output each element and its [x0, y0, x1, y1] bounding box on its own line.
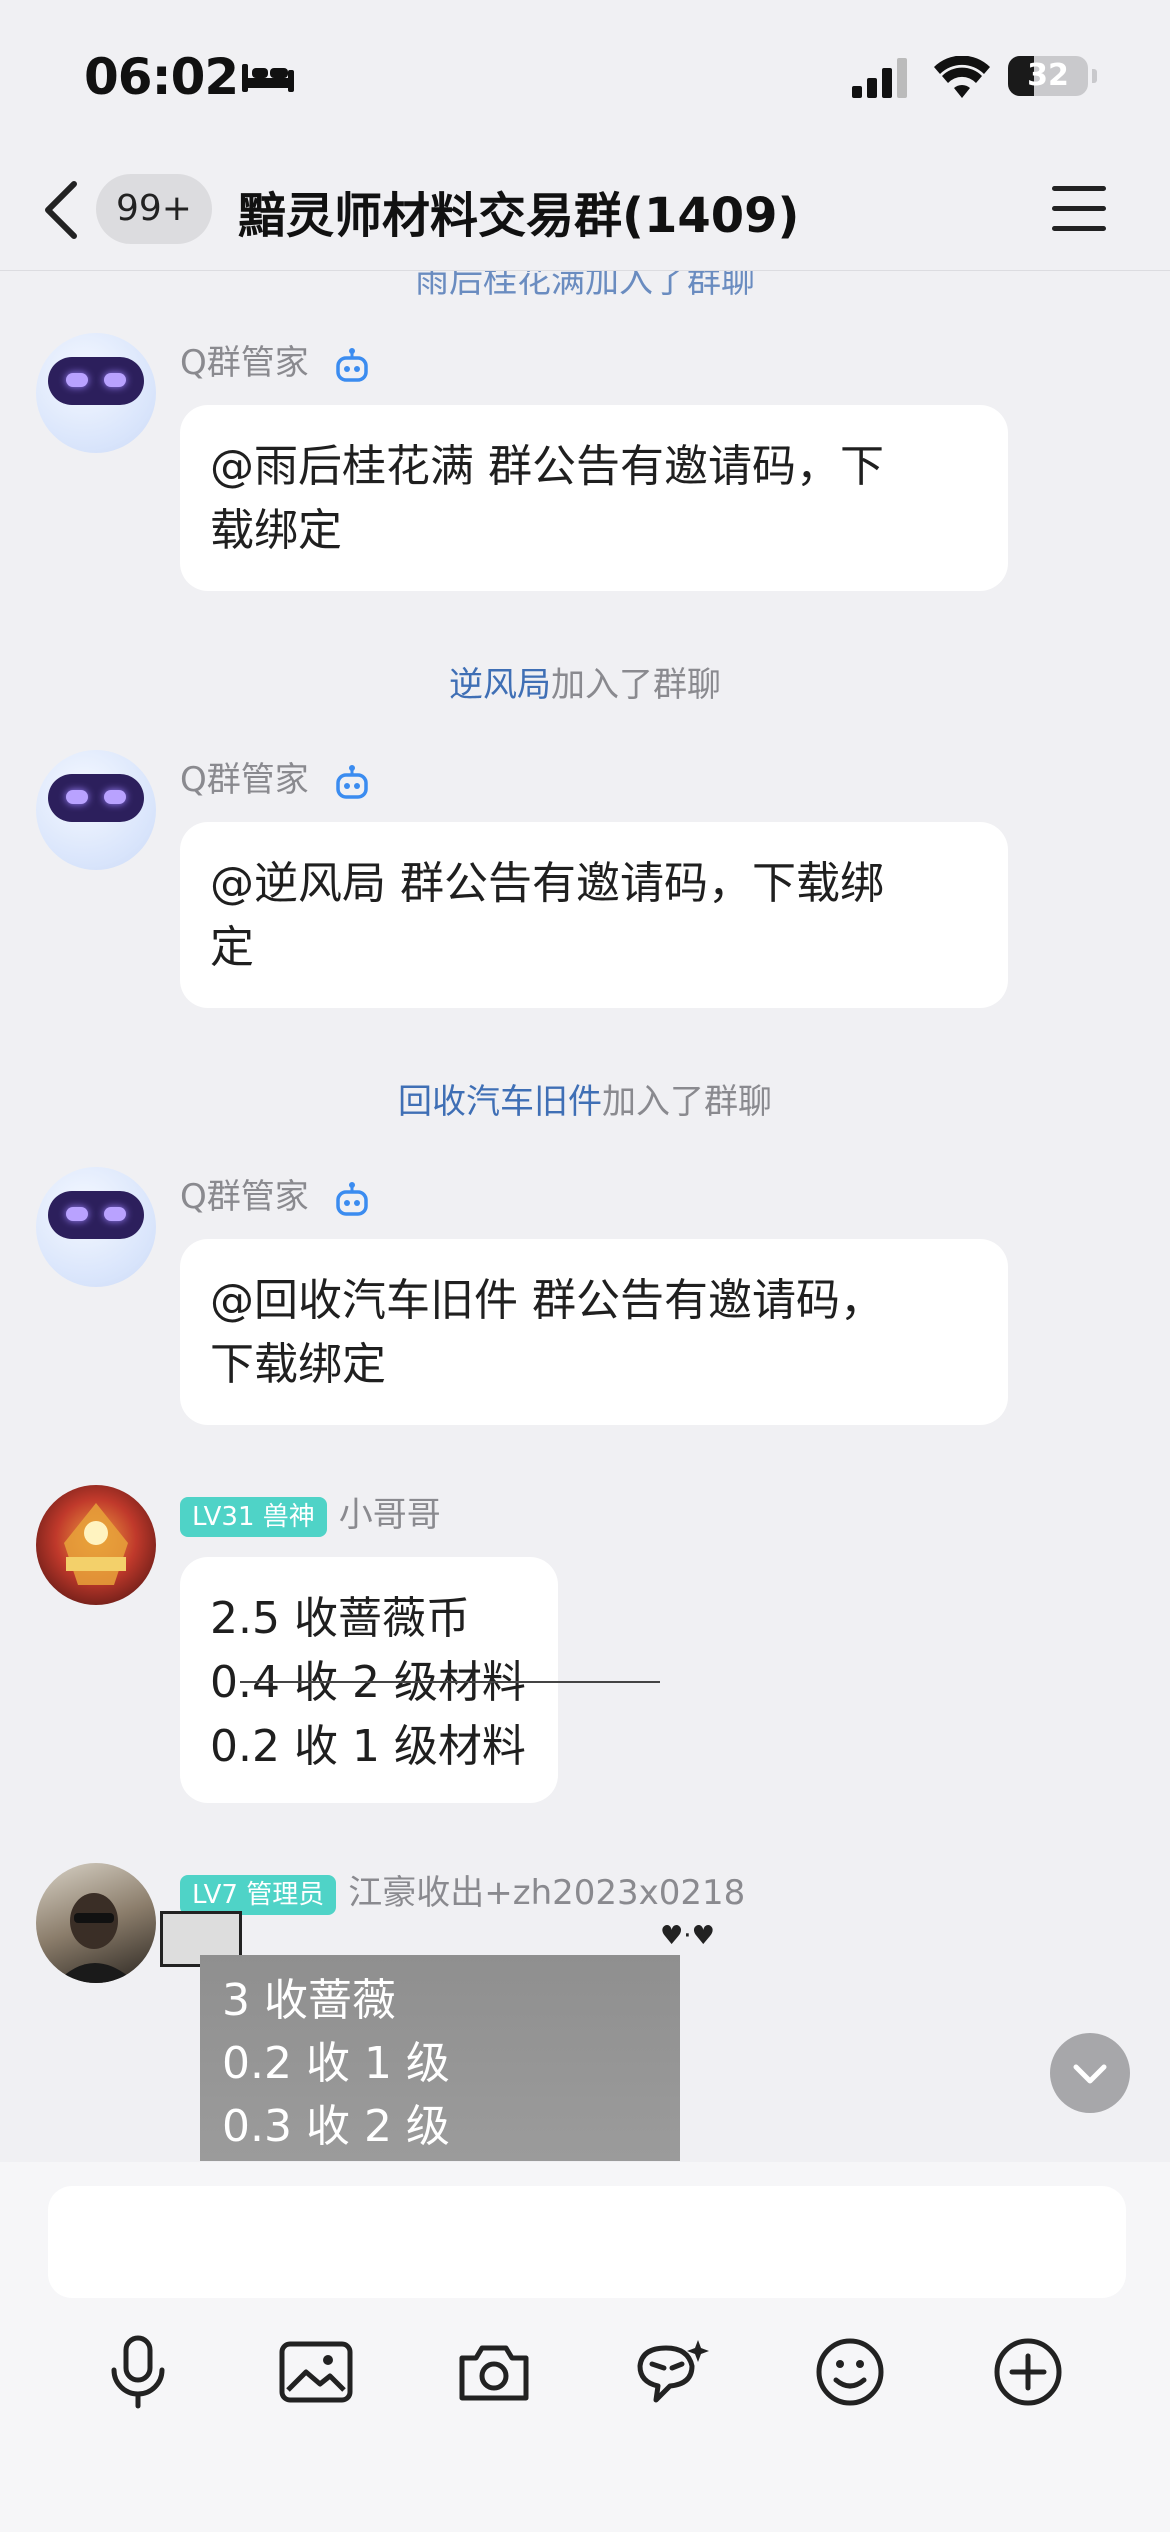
plus-icon — [994, 2338, 1062, 2406]
bot-avatar[interactable] — [36, 750, 156, 870]
sender-name[interactable]: Q群管家 — [180, 752, 370, 801]
message-line: @雨后桂花满 群公告有邀请码，下 — [210, 441, 884, 492]
sender-label: 小哥哥 — [338, 1495, 441, 1535]
sender-name[interactable]: Q群管家 — [180, 1169, 370, 1218]
microphone-icon — [111, 2335, 165, 2409]
system-message-action: 加入了群聊 — [602, 1082, 772, 1122]
joined-user-name[interactable]: 回收汽车旧件 — [398, 1082, 602, 1122]
back-chevron-icon[interactable] — [40, 178, 84, 242]
emoji-icon — [816, 2338, 884, 2406]
message-bubble[interactable]: 3 收蔷薇 0.2 收 1 级 0.3 收 2 级 — [200, 1955, 680, 2161]
message-line: 2.5 收蔷薇币 — [210, 1593, 470, 1644]
sender-name[interactable]: Q群管家 — [180, 335, 370, 384]
system-message-text: 雨后桂花满加入了群聊 — [415, 271, 755, 301]
chat-header: 99+ 黯灵师材料交易群(1409) — [0, 150, 1170, 271]
bot-avatar[interactable] — [36, 1167, 156, 1287]
sender-name[interactable]: LV31 兽神 小哥哥 — [180, 1487, 441, 1537]
emoji-button[interactable] — [800, 2322, 900, 2422]
unread-count-badge[interactable]: 99+ — [96, 174, 212, 244]
message-bubble[interactable]: @逆风局 群公告有邀请码，下载绑 定 — [180, 822, 1008, 1008]
camera-icon — [459, 2345, 529, 2401]
avatar-image — [56, 1893, 136, 1983]
ai-assistant-button[interactable] — [622, 2322, 722, 2422]
chevron-down-icon — [1073, 2064, 1107, 2084]
sender-name[interactable]: LV7 管理员 江豪收出+zh2023x0218 — [180, 1865, 745, 1915]
message-line: 下载绑定 — [210, 1339, 386, 1390]
joined-user-name[interactable]: 逆风局 — [449, 665, 551, 705]
user-avatar[interactable] — [36, 1863, 156, 1983]
message-line: 0.3 收 2 级 — [222, 2101, 450, 2152]
input-area — [0, 2162, 1170, 2532]
heart-decoration-icon: ♥·♥ — [660, 1921, 715, 1951]
ai-assistant-icon — [637, 2340, 709, 2403]
level-badge: LV31 兽神 — [180, 1496, 327, 1537]
system-message-joined: 雨后桂花满加入了群聊 — [0, 271, 1170, 302]
avatar-image — [64, 1503, 128, 1585]
more-button[interactable] — [978, 2322, 1078, 2422]
message-line: 载绑定 — [210, 505, 342, 556]
message-line: 3 收蔷薇 — [222, 1975, 396, 2026]
sender-label: Q群管家 — [180, 1177, 309, 1217]
message-line: @回收汽车旧件 群公告有邀请码， — [210, 1275, 884, 1326]
message-line: @逆风局 群公告有邀请码，下载绑 — [210, 858, 884, 909]
sender-label: Q群管家 — [180, 760, 309, 800]
robot-icon — [335, 347, 368, 382]
wifi-icon — [934, 56, 990, 98]
camera-button[interactable] — [444, 2322, 544, 2422]
sleep-mode-icon — [242, 64, 294, 92]
bot-avatar[interactable] — [36, 333, 156, 453]
robot-icon — [335, 1181, 368, 1216]
group-title[interactable]: 黯灵师材料交易群(1409) — [238, 176, 799, 246]
robot-icon — [335, 764, 368, 799]
battery-percent: 32 — [1027, 58, 1069, 93]
scroll-to-bottom-button[interactable] — [1050, 2033, 1130, 2113]
message-line: 0.2 收 1 级 — [222, 2038, 450, 2089]
bubble-decoration-line — [240, 1681, 660, 1683]
message-bubble[interactable]: @回收汽车旧件 群公告有邀请码， 下载绑定 — [180, 1239, 1008, 1425]
image-button[interactable] — [266, 2322, 366, 2422]
sender-label: 江豪收出+zh2023x0218 — [348, 1873, 746, 1913]
message-bubble[interactable]: 2.5 收蔷薇币 0.4 收 2 级材料 0.2 收 1 级材料 — [180, 1557, 558, 1803]
battery-indicator: 32 — [1008, 56, 1097, 96]
voice-button[interactable] — [88, 2322, 188, 2422]
menu-icon[interactable] — [1052, 186, 1108, 232]
cellular-signal-icon — [852, 58, 907, 98]
level-badge: LV7 管理员 — [180, 1874, 337, 1915]
image-icon — [279, 2341, 353, 2403]
system-message-action: 加入了群聊 — [551, 665, 721, 705]
message-line: 0.4 收 2 级材料 — [210, 1657, 526, 1708]
message-bubble[interactable]: @雨后桂花满 群公告有邀请码，下 载绑定 — [180, 405, 1008, 591]
message-line: 定 — [210, 922, 254, 973]
message-input[interactable] — [48, 2186, 1126, 2298]
status-bar: 06:02 32 — [0, 0, 1170, 150]
sender-label: Q群管家 — [180, 343, 309, 383]
status-time: 06:02 — [84, 48, 239, 106]
user-avatar[interactable] — [36, 1485, 156, 1605]
system-message-joined: 回收汽车旧件加入了群聊 — [0, 1074, 1170, 1123]
message-list[interactable]: 雨后桂花满加入了群聊 Q群管家 @雨后桂花满 群公告有邀请码，下 载绑定 逆风局… — [0, 271, 1170, 2161]
message-line: 0.2 收 1 级材料 — [210, 1721, 526, 1772]
system-message-joined: 逆风局加入了群聊 — [0, 657, 1170, 706]
